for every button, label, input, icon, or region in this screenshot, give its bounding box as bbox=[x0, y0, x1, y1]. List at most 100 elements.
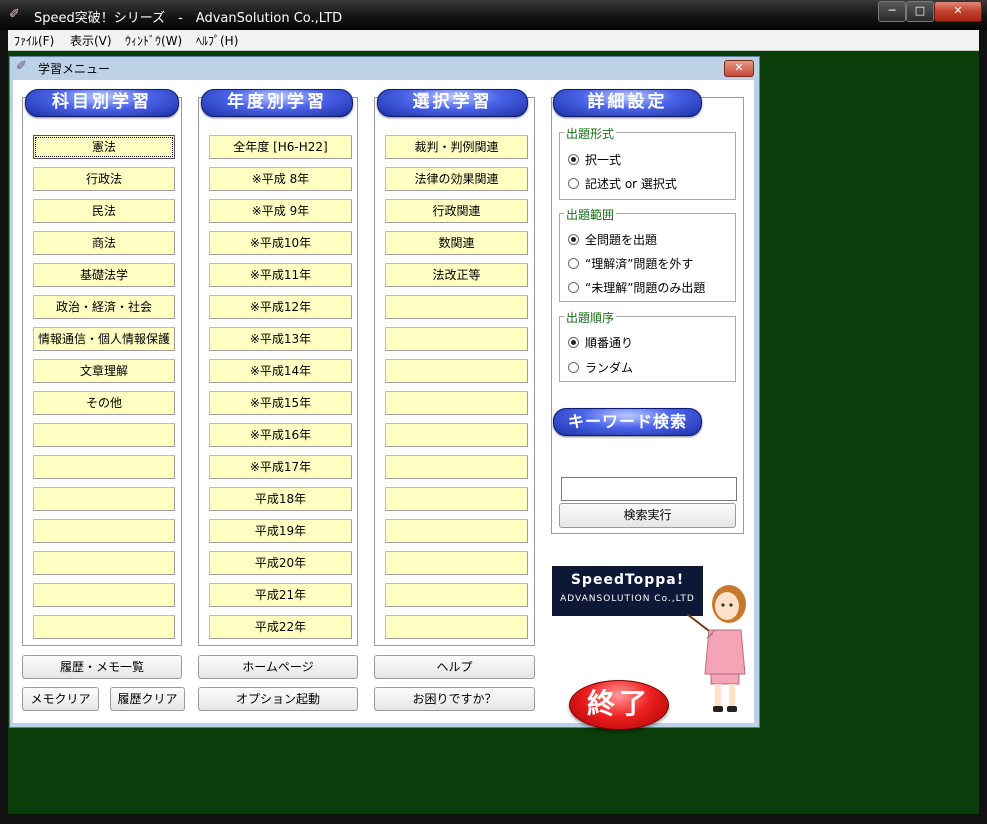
range-group-label: 出題範囲 bbox=[564, 206, 617, 223]
format-group-label: 出題形式 bbox=[564, 125, 617, 142]
selection-button-6[interactable] bbox=[385, 327, 528, 351]
history-memo-list-button[interactable]: 履歴・メモ一覧 bbox=[22, 655, 182, 679]
maximize-button[interactable]: □ bbox=[906, 1, 934, 22]
study-menu-icon: ✐ bbox=[16, 59, 27, 74]
radio-unselected-icon bbox=[568, 258, 579, 269]
history-clear-button[interactable]: 履歴クリア bbox=[110, 687, 185, 711]
year-button-7[interactable]: ※平成14年 bbox=[209, 359, 352, 383]
keyword-input[interactable] bbox=[561, 477, 737, 501]
selection-button-14[interactable] bbox=[385, 583, 528, 607]
subject-button-12[interactable] bbox=[33, 519, 175, 543]
menu-window[interactable]: ｳｨﾝﾄﾞｳ(W) bbox=[125, 32, 182, 49]
menubar: ﾌｧｲﾙ(F) 表示(V) ｳｨﾝﾄﾞｳ(W) ﾍﾙﾌﾟ(H) bbox=[8, 30, 979, 51]
year-button-9[interactable]: ※平成16年 bbox=[209, 423, 352, 447]
selection-button-15[interactable] bbox=[385, 615, 528, 639]
selection-button-7[interactable] bbox=[385, 359, 528, 383]
subject-button-0[interactable]: 憲法 bbox=[33, 135, 175, 159]
radio-unselected-icon bbox=[568, 178, 579, 189]
window-title: Speed突破！シリーズ - AdvanSolution Co.,LTD bbox=[34, 11, 343, 26]
menu-file[interactable]: ﾌｧｲﾙ(F) bbox=[14, 32, 54, 49]
format-option-written[interactable]: 記述式 or 選択式 bbox=[568, 175, 677, 192]
app-icon: ✐ bbox=[9, 7, 20, 22]
subject-header: 科目別学習 bbox=[25, 89, 179, 117]
selection-button-12[interactable] bbox=[385, 519, 528, 543]
study-menu-close-button[interactable]: ✕ bbox=[724, 60, 754, 77]
year-button-0[interactable]: 全年度 [H6-H22] bbox=[209, 135, 352, 159]
selection-button-4[interactable]: 法改正等 bbox=[385, 263, 528, 287]
memo-clear-button[interactable]: メモクリア bbox=[22, 687, 99, 711]
selection-header: 選択学習 bbox=[377, 89, 528, 117]
window-titlebar[interactable]: ✐ Speed突破！シリーズ - AdvanSolution Co.,LTD ─… bbox=[0, 0, 987, 30]
selection-button-2[interactable]: 行政関連 bbox=[385, 199, 528, 223]
year-button-11[interactable]: 平成18年 bbox=[209, 487, 352, 511]
subject-button-2[interactable]: 民法 bbox=[33, 199, 175, 223]
exit-button[interactable]: 終了 bbox=[569, 680, 669, 730]
year-button-4[interactable]: ※平成11年 bbox=[209, 263, 352, 287]
keyword-header: キーワード検索 bbox=[553, 408, 702, 436]
year-button-1[interactable]: ※平成 8年 bbox=[209, 167, 352, 191]
selection-button-0[interactable]: 裁判・判例関連 bbox=[385, 135, 528, 159]
selection-button-1[interactable]: 法律の効果関連 bbox=[385, 167, 528, 191]
range-option-all[interactable]: 全問題を出題 bbox=[568, 231, 657, 248]
selection-button-11[interactable] bbox=[385, 487, 528, 511]
subject-button-15[interactable] bbox=[33, 615, 175, 639]
order-group-label: 出題順序 bbox=[564, 309, 617, 326]
year-button-8[interactable]: ※平成15年 bbox=[209, 391, 352, 415]
selection-button-8[interactable] bbox=[385, 391, 528, 415]
subject-button-1[interactable]: 行政法 bbox=[33, 167, 175, 191]
selection-button-9[interactable] bbox=[385, 423, 528, 447]
year-button-5[interactable]: ※平成12年 bbox=[209, 295, 352, 319]
subject-button-9[interactable] bbox=[33, 423, 175, 447]
menu-view[interactable]: 表示(V) bbox=[70, 32, 112, 49]
subject-button-7[interactable]: 文章理解 bbox=[33, 359, 175, 383]
trouble-button[interactable]: お困りですか？ bbox=[374, 687, 535, 711]
subject-button-13[interactable] bbox=[33, 551, 175, 575]
selection-button-3[interactable]: 数関連 bbox=[385, 231, 528, 255]
close-button[interactable]: ✕ bbox=[934, 1, 982, 22]
mascot-illustration bbox=[686, 585, 746, 712]
study-menu-window: ✐ 学習メニュー ✕ 科目別学習 年度別学習 選択学習 詳細設定 出題形式 択一… bbox=[9, 56, 760, 730]
subject-button-3[interactable]: 商法 bbox=[33, 231, 175, 255]
menu-help[interactable]: ﾍﾙﾌﾟ(H) bbox=[196, 32, 238, 49]
order-option-random[interactable]: ランダム bbox=[568, 359, 633, 376]
subject-button-4[interactable]: 基礎法学 bbox=[33, 263, 175, 287]
subject-button-10[interactable] bbox=[33, 455, 175, 479]
year-button-15[interactable]: 平成22年 bbox=[209, 615, 352, 639]
minimize-button[interactable]: ─ bbox=[878, 1, 906, 22]
range-option-only-not-understood[interactable]: “未理解”問題のみ出題 bbox=[568, 279, 705, 296]
subject-button-11[interactable] bbox=[33, 487, 175, 511]
subject-button-5[interactable]: 政治・経済・社会 bbox=[33, 295, 175, 319]
year-button-6[interactable]: ※平成13年 bbox=[209, 327, 352, 351]
format-option-multiple-choice[interactable]: 択一式 bbox=[568, 151, 621, 168]
homepage-button[interactable]: ホームページ bbox=[198, 655, 358, 679]
help-button[interactable]: ヘルプ bbox=[374, 655, 535, 679]
detail-header: 詳細設定 bbox=[553, 89, 702, 117]
search-execute-button[interactable]: 検索実行 bbox=[559, 503, 736, 528]
selection-button-13[interactable] bbox=[385, 551, 528, 575]
mascot-jacket bbox=[704, 629, 746, 675]
option-launch-button[interactable]: オプション起動 bbox=[198, 687, 358, 711]
radio-unselected-icon bbox=[568, 362, 579, 373]
radio-unselected-icon bbox=[568, 282, 579, 293]
subject-button-14[interactable] bbox=[33, 583, 175, 607]
selection-button-10[interactable] bbox=[385, 455, 528, 479]
study-menu-title: 学習メニュー bbox=[38, 62, 111, 76]
year-header: 年度別学習 bbox=[201, 89, 353, 117]
year-button-14[interactable]: 平成21年 bbox=[209, 583, 352, 607]
subject-button-8[interactable]: その他 bbox=[33, 391, 175, 415]
order-option-sequential[interactable]: 順番通り bbox=[568, 334, 633, 351]
radio-selected-icon bbox=[568, 234, 579, 245]
radio-selected-icon bbox=[568, 337, 579, 348]
selection-button-5[interactable] bbox=[385, 295, 528, 319]
radio-selected-icon bbox=[568, 154, 579, 165]
window-frame-left bbox=[0, 30, 8, 824]
subject-button-6[interactable]: 情報通信・個人情報保護 bbox=[33, 327, 175, 351]
year-button-3[interactable]: ※平成10年 bbox=[209, 231, 352, 255]
mascot-face bbox=[715, 592, 739, 620]
year-button-10[interactable]: ※平成17年 bbox=[209, 455, 352, 479]
year-button-12[interactable]: 平成19年 bbox=[209, 519, 352, 543]
range-option-exclude-understood[interactable]: “理解済”問題を外す bbox=[568, 255, 693, 272]
year-button-13[interactable]: 平成20年 bbox=[209, 551, 352, 575]
study-menu-client: 科目別学習 年度別学習 選択学習 詳細設定 出題形式 択一式 記述式 or 選択… bbox=[13, 80, 754, 730]
year-button-2[interactable]: ※平成 9年 bbox=[209, 199, 352, 223]
